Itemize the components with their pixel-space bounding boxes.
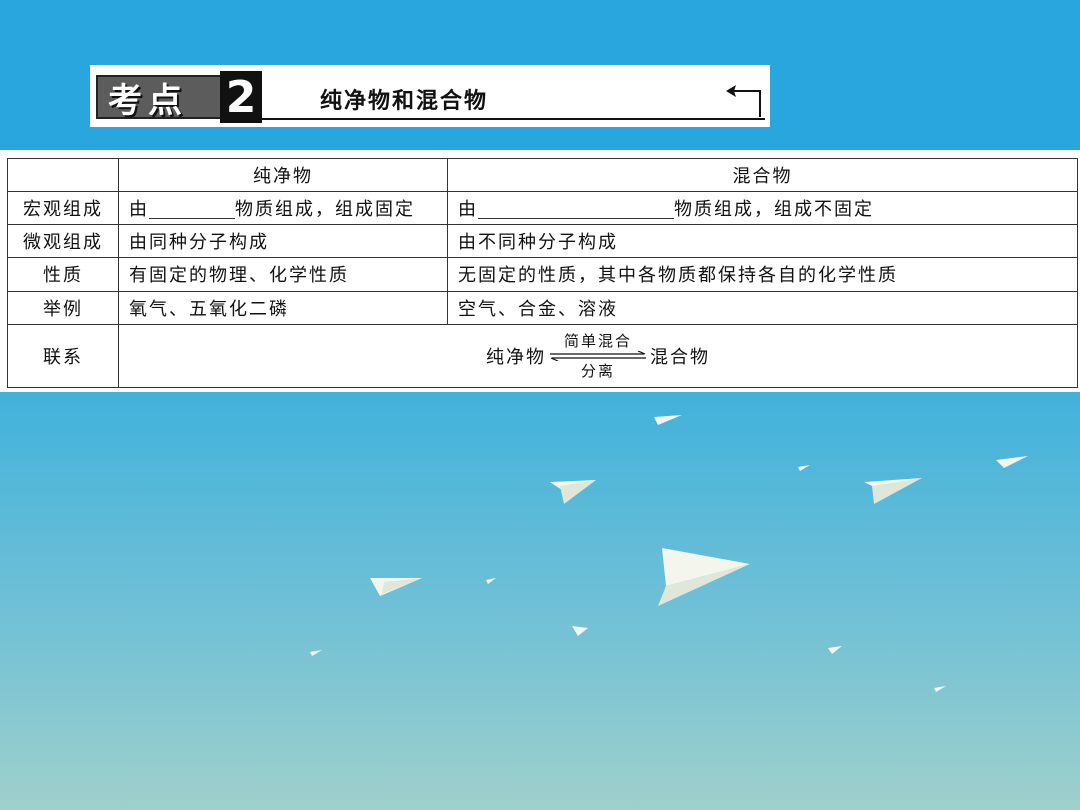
row-label: 举例 — [7, 290, 119, 325]
title-underline — [260, 118, 765, 120]
paper-plane-icon — [370, 578, 422, 596]
table-header-row: 纯净物 混合物 — [7, 157, 1078, 193]
cell-pure: 由 物质组成，组成固定 — [118, 191, 448, 226]
reversible-arrows: 简单混合 分离 — [548, 331, 648, 381]
arrow-label-bottom: 分离 — [580, 361, 615, 380]
row-label: 微观组成 — [7, 224, 119, 259]
cell-pure: 氧气、五氧化二磷 — [118, 290, 448, 325]
badge-text: 考点 — [108, 80, 188, 121]
cell-text: 物质组成，组成固定 — [235, 199, 415, 221]
section-banner: 考点 2 纯净物和混合物 — [90, 65, 770, 127]
relation-cell: 纯净物 简单混合 分离 混合物 — [118, 323, 1078, 389]
arrow-label-top: 简单混合 — [563, 331, 632, 350]
row-label: 性质 — [7, 257, 119, 292]
row-label: 宏观组成 — [7, 191, 119, 226]
header-mixture: 混合物 — [447, 157, 1078, 193]
table-row: 性质 有固定的物理、化学性质 无固定的性质，其中各物质都保持各自的化学性质 — [7, 257, 1078, 292]
cell-mixture: 空气、合金、溶液 — [447, 290, 1078, 325]
relation-left: 纯净物 — [486, 346, 546, 368]
table-row-relation: 联系 纯净物 简单混合 分离 混合物 — [7, 323, 1078, 389]
cell-pure: 有固定的物理、化学性质 — [118, 257, 448, 292]
section-title: 纯净物和混合物 — [320, 89, 489, 114]
paper-plane-icon — [654, 415, 682, 425]
paper-plane-icon — [658, 548, 750, 606]
header-pure: 纯净物 — [118, 157, 448, 193]
cell-text: 由 — [129, 199, 149, 221]
table-row: 微观组成 由同种分子构成 由不同种分子构成 — [7, 224, 1078, 259]
return-arrow-icon[interactable] — [724, 81, 764, 119]
paper-plane-icon — [828, 646, 842, 654]
table-row: 举例 氧气、五氧化二磷 空气、合金、溶液 — [7, 290, 1078, 325]
fill-blank[interactable] — [478, 200, 674, 220]
relation-diagram: 纯净物 简单混合 分离 混合物 — [129, 331, 1067, 381]
badge-number: 2 — [220, 71, 262, 123]
comparison-panel: 纯净物 混合物 宏观组成 由 物质组成，组成固定 由 物质组成，组成不固定 微观组成… — [0, 150, 1080, 392]
paper-plane-icon — [996, 456, 1028, 468]
paper-plane-icon — [572, 626, 588, 636]
cell-text: 由 — [458, 199, 478, 221]
paper-plane-icon — [934, 686, 946, 692]
cell-pure: 由同种分子构成 — [118, 224, 448, 259]
paper-plane-icon — [798, 465, 810, 471]
comparison-table: 纯净物 混合物 宏观组成 由 物质组成，组成固定 由 物质组成，组成不固定 微观组成… — [7, 157, 1078, 389]
header-empty — [7, 157, 119, 193]
fill-blank[interactable] — [149, 200, 235, 220]
cell-text: 物质组成，组成不固定 — [674, 199, 874, 221]
cell-mixture: 由不同种分子构成 — [447, 224, 1078, 259]
paper-plane-icon — [864, 478, 922, 504]
paper-plane-icon — [550, 480, 596, 504]
cell-mixture: 由 物质组成，组成不固定 — [447, 191, 1078, 226]
paper-plane-icon — [486, 578, 496, 584]
topic-badge: 考点 2 — [96, 71, 262, 123]
paper-plane-icon — [310, 650, 322, 656]
row-label: 联系 — [7, 323, 119, 389]
cell-mixture: 无固定的性质，其中各物质都保持各自的化学性质 — [447, 257, 1078, 292]
table-row: 宏观组成 由 物质组成，组成固定 由 物质组成，组成不固定 — [7, 191, 1078, 226]
relation-right: 混合物 — [650, 346, 710, 368]
double-arrow-icon — [550, 350, 646, 361]
